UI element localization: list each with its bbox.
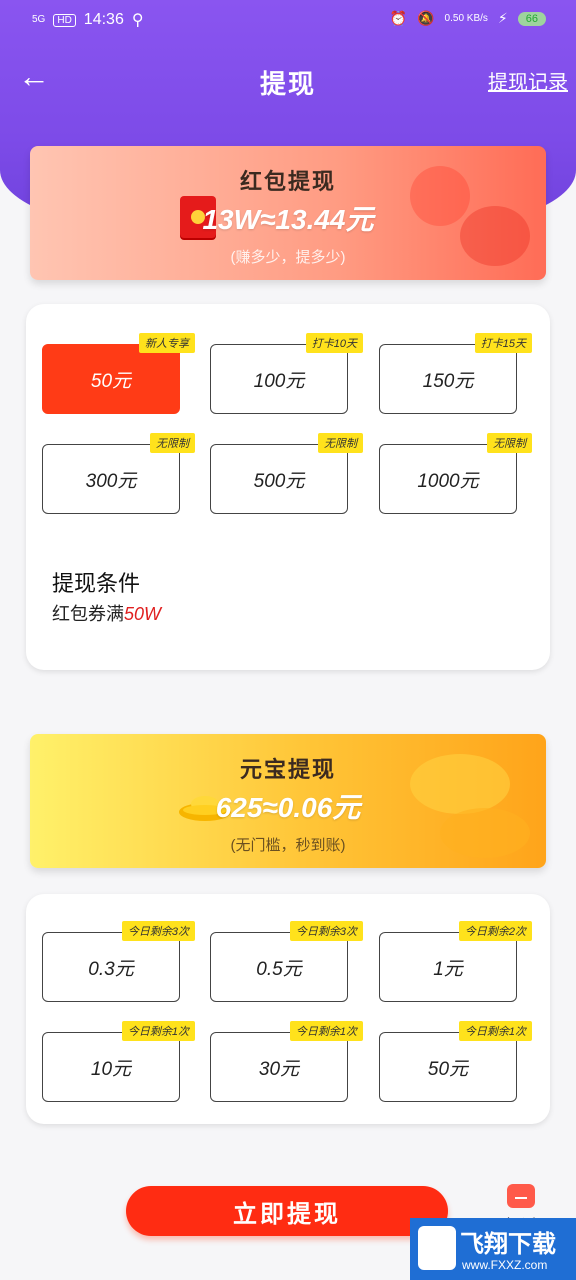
status-bar: 5G HD 14:36 ⚲ ⏰ 🔕 0.50 KB/s ⚡ 66 [0,0,576,44]
ingot-option-1[interactable]: 1元 今日剩余2次 [379,921,532,1002]
option-tag: 今日剩余1次 [289,1021,363,1041]
network-speed: 0.50 KB/s [444,12,488,24]
option-amount: 0.3元 [88,958,134,980]
option-tag: 新人专享 [139,333,195,353]
mute-icon: 🔕 [417,10,435,26]
ingot-option-0-5[interactable]: 0.5元 今日剩余3次 [210,921,363,1002]
condition-value: 50W [124,604,162,624]
amount-option-1000[interactable]: 1000元 无限制 [379,433,532,514]
condition-title: 提现条件 [52,571,141,596]
option-tag: 打卡10天 [305,333,363,353]
option-amount: 1000元 [417,470,479,492]
condition-label: 红包券满 [52,604,124,624]
option-tag: 今日剩余1次 [458,1021,532,1041]
top-navigation: ← 提现 提现记录 [0,50,576,110]
watermark-main-text: 飞翔下载 [460,1231,556,1258]
amount-option-300[interactable]: 300元 无限制 [42,433,195,514]
ingot-banner: 元宝提现 625≈0.06元 (无门槛，秒到账) [30,734,546,868]
ingot-title: 元宝提现 [239,757,336,782]
ingot-option-50[interactable]: 50元 今日剩余1次 [379,1021,532,1102]
red-packet-title: 红包提现 [239,169,336,194]
option-tag: 今日剩余2次 [458,921,532,941]
option-tag: 今日剩余1次 [121,1021,195,1041]
hd-badge: HD [53,13,76,27]
option-tag: 今日剩余3次 [289,921,363,941]
alarm-icon: ⏰ [389,10,408,26]
red-packet-banner: 红包提现 13W≈13.44元 (赚多少，提多少) [30,146,546,280]
site-watermark: 飞翔下载 www.FXXZ.com [410,1218,576,1280]
watermark-logo-icon [418,1226,456,1270]
chat-bubble-icon [507,1184,535,1208]
withdraw-now-button[interactable]: 立即提现 [126,1186,448,1236]
option-amount: 50元 [427,1058,469,1080]
withdraw-record-link[interactable]: 提现记录 [488,66,568,95]
amount-option-50[interactable]: 50元 新人专享 [42,333,195,414]
option-amount: 50元 [90,370,132,392]
battery-indicator: 66 [517,11,546,26]
option-amount: 0.5元 [256,958,302,980]
ingot-option-10[interactable]: 10元 今日剩余1次 [42,1021,195,1102]
option-tag: 无限制 [487,433,532,453]
ingot-rate: 625≈0.06元 [215,792,361,823]
condition-text: 红包券满50W [52,600,161,626]
watermark-url: www.FXXZ.com [462,1258,548,1272]
ingot-option-0-3[interactable]: 0.3元 今日剩余3次 [42,921,195,1002]
option-amount: 300元 [85,470,137,492]
red-packet-subtitle: (赚多少，提多少) [230,249,346,266]
option-amount: 10元 [90,1058,132,1080]
option-tag: 无限制 [318,433,363,453]
status-time: 14:36 [83,11,124,28]
ingot-option-30[interactable]: 30元 今日剩余1次 [210,1021,363,1102]
option-amount: 100元 [253,370,305,392]
option-amount: 30元 [258,1058,300,1080]
usb-icon: ⚲ [131,12,144,29]
charging-icon: ⚡ [497,10,508,26]
option-amount: 150元 [422,370,474,392]
ingot-options-card: 0.3元 今日剩余3次 0.5元 今日剩余3次 1元 今日剩余2次 10元 今日… [26,894,550,1124]
network-indicator: 5G [32,14,46,25]
amount-option-500[interactable]: 500元 无限制 [210,433,363,514]
option-tag: 无限制 [150,433,195,453]
ingot-subtitle: (无门槛，秒到账) [230,837,346,854]
red-packet-rate: 13W≈13.44元 [202,204,374,235]
option-tag: 打卡15天 [474,333,532,353]
option-amount: 1元 [433,958,463,980]
amount-option-100[interactable]: 100元 打卡10天 [210,333,363,414]
option-amount: 500元 [253,470,305,492]
option-tag: 今日剩余3次 [121,921,195,941]
amount-option-150[interactable]: 150元 打卡15天 [379,333,532,414]
red-packet-options-card: 50元 新人专享 100元 打卡10天 150元 打卡15天 300元 无限制 … [26,304,550,670]
